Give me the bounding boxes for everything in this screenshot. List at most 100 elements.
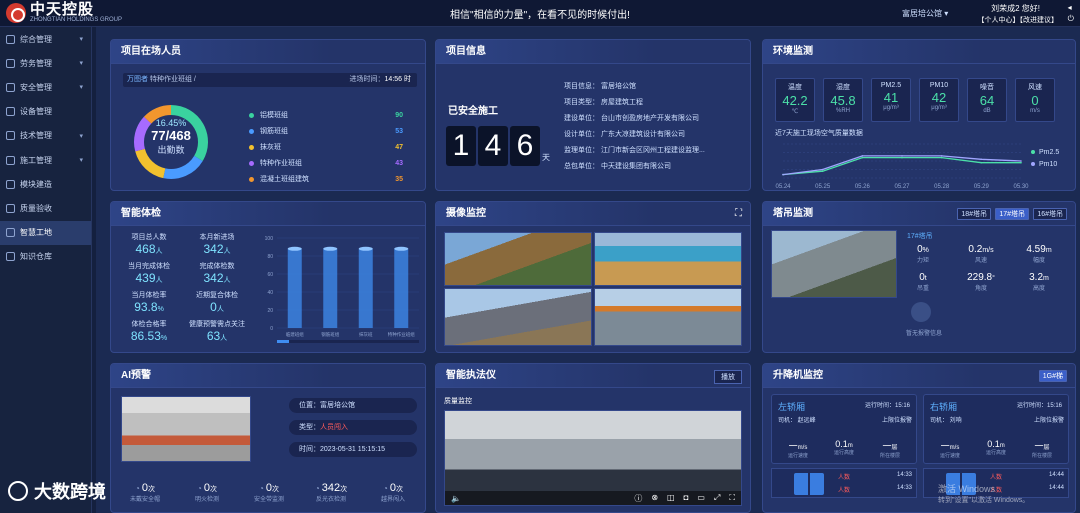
env-chart-title: 近7天施工现场空气质量数据 bbox=[775, 130, 863, 137]
body-check-panel: 智能体检 项目总人数 468人 当月完成体检 439人 当月体检率 93.8% 体检合格率 8… bbox=[110, 201, 426, 353]
info-icon[interactable]: ⓘ bbox=[634, 493, 642, 504]
legend-item: 钢筋班组 53 bbox=[249, 124, 409, 138]
env-card-value: 42 bbox=[931, 90, 947, 105]
helmet-icon: ◔ bbox=[135, 484, 140, 493]
sidebar-item-label: 模块建造 bbox=[20, 179, 52, 189]
video-player[interactable]: 🔈 ⓘ ⊗ ◫ ◘ ▭ ⤢ ⛶ bbox=[444, 410, 742, 506]
subbar-text: 特种作业班组 / bbox=[149, 76, 196, 83]
camera-feed[interactable] bbox=[594, 288, 742, 346]
x-tick-label: 临建班组 bbox=[286, 331, 304, 338]
play-button[interactable]: 播放 bbox=[714, 370, 742, 384]
legend-label: 抹灰班 bbox=[260, 144, 281, 151]
sidebar-item-label: 安全管理 bbox=[20, 82, 52, 92]
alert-location: 位置：富居培公馆 bbox=[289, 398, 417, 413]
sidebar-item[interactable]: 劳务管理 ▾ bbox=[0, 51, 91, 75]
sidebar-item-label: 劳务管理 bbox=[20, 58, 52, 68]
env-card: 温度 42.2 ℃ bbox=[775, 78, 815, 122]
sidebar-item[interactable]: 施工管理 ▾ bbox=[0, 148, 91, 172]
data-point bbox=[1020, 161, 1022, 164]
bar-cap bbox=[394, 246, 409, 251]
camera-feed[interactable] bbox=[444, 232, 592, 286]
data-point bbox=[940, 155, 943, 157]
body-stat-label: 当月体检率 bbox=[131, 292, 167, 299]
legend-dot-icon bbox=[1031, 162, 1035, 166]
camera-feed[interactable] bbox=[594, 232, 742, 286]
ai-stat-label: 未戴安全帽 bbox=[129, 497, 160, 503]
video-icon[interactable]: ▭ bbox=[697, 493, 705, 504]
exit-icon[interactable]: ⏻ bbox=[1068, 14, 1074, 24]
info-row: 项目信息： 富居培公馆 bbox=[564, 83, 636, 90]
close-icon[interactable]: ⊗ bbox=[651, 493, 658, 504]
env-card: 湿度 45.8 %RH bbox=[823, 78, 863, 122]
ai-stat: ◔ 0次 越界闯入 bbox=[363, 482, 423, 503]
alert-snapshot[interactable] bbox=[121, 396, 251, 462]
bar bbox=[394, 248, 409, 328]
body-stat: 完成体检数 342人 bbox=[187, 261, 247, 286]
panel-title: 摄像监控 bbox=[436, 202, 750, 226]
watermark-logo-icon bbox=[8, 481, 28, 501]
data-point bbox=[980, 158, 983, 161]
legend-value: 47 bbox=[395, 143, 403, 151]
volume-icon[interactable]: 🔈 bbox=[451, 494, 461, 503]
record-icon[interactable]: ◫ bbox=[667, 493, 675, 504]
sidebar-item[interactable]: 质量验收 bbox=[0, 196, 91, 220]
legend-label: 铝模班组 bbox=[260, 112, 288, 119]
sidebar: 综合管理 ▾ 劳务管理 ▾ 安全管理 ▾ 设备管理 技术管理 ▾ 施工管理 ▾ 模块建造 质量验收 智慧工… bbox=[0, 27, 92, 513]
fullscreen-icon[interactable]: ⛶ bbox=[729, 493, 735, 504]
x-tick-label: 05.26 bbox=[855, 184, 871, 190]
sidebar-item[interactable]: 技术管理 ▾ bbox=[0, 124, 91, 148]
sidebar-item[interactable]: 知识仓库 bbox=[0, 245, 91, 269]
subbar-tag[interactable]: 万图者 bbox=[127, 76, 148, 83]
fire-icon: ◔ bbox=[197, 484, 202, 493]
windows-activation: 激活 Windows 转到"设置"以激活 Windows。 bbox=[938, 484, 1030, 504]
notification-icon[interactable]: ◂ bbox=[1068, 3, 1074, 12]
body-stat: 健康预警需点关注 63人 bbox=[187, 319, 247, 344]
body-stat-value: 342人 bbox=[203, 271, 231, 285]
legend-item: 铝模班组 90 bbox=[249, 108, 409, 122]
sidebar-item[interactable]: 模块建造 bbox=[0, 172, 91, 196]
legend-value: 53 bbox=[395, 127, 403, 135]
sidebar-item[interactable]: 安全管理 ▾ bbox=[0, 75, 91, 99]
elevator-metric: 一m/s 运行速度 bbox=[939, 441, 960, 459]
attendance-percent: 16.45% bbox=[155, 118, 187, 128]
crane-tab[interactable]: 17#塔吊 bbox=[995, 208, 1029, 220]
body-stat-value: 439人 bbox=[135, 271, 163, 285]
camera-icon[interactable]: ◘ bbox=[684, 493, 689, 504]
zoom-icon[interactable]: ⤢ bbox=[714, 493, 720, 504]
camera-feed[interactable] bbox=[444, 288, 592, 346]
project-select[interactable]: 富居培公馆 ▾ bbox=[902, 8, 948, 19]
crane-metric-label: 力矩 bbox=[916, 258, 929, 264]
user-greeting: 刘荣成2 您好! bbox=[991, 4, 1040, 13]
elevator-name: 右轿厢 bbox=[930, 402, 958, 412]
body-stat-value: 63人 bbox=[206, 329, 228, 343]
env-card-name: 温度 bbox=[788, 84, 802, 91]
env-card: 风速 0 m/s bbox=[1015, 78, 1055, 122]
crane-tab[interactable]: 18#塔吊 bbox=[957, 208, 991, 220]
info-row: 项目类型： 房屋建筑工程 bbox=[564, 99, 643, 106]
user-links[interactable]: 【个人中心】【改进建议】 bbox=[978, 15, 1059, 25]
x-tick-label: 抹灰班 bbox=[359, 331, 373, 338]
crane-camera[interactable] bbox=[771, 230, 897, 298]
elevator-tab[interactable]: 1G#梯 bbox=[1038, 370, 1067, 382]
body-stat-label: 本月新进场 bbox=[199, 234, 235, 241]
env-card: PM10 42 μg/m³ bbox=[919, 78, 959, 122]
legend-dot-icon bbox=[249, 112, 254, 118]
tower-crane-panel: 塔吊监测 18#塔吊 17#塔吊 16#塔吊 17#塔吊 0% 力矩 0.2m/s 风速 4… bbox=[762, 201, 1076, 353]
crane-metric-label: 高度 bbox=[1032, 286, 1045, 292]
legend-label: Pm10 bbox=[1039, 161, 1057, 168]
crane-tab[interactable]: 16#塔吊 bbox=[1033, 208, 1067, 220]
body-check-bar-chart: 100 80 60 40 20 0 临建班组 钢筋班组 抹灰班 特种作业班组 bbox=[265, 236, 419, 343]
sidebar-item[interactable]: 设备管理 bbox=[0, 100, 91, 124]
fullscreen-icon[interactable]: ⛶ bbox=[735, 208, 742, 219]
alert-type: 类型：人员闯入 bbox=[289, 420, 417, 435]
building-icon bbox=[6, 228, 15, 238]
body-stat-label: 体检合格率 bbox=[131, 321, 167, 328]
chevron-down-icon: ▾ bbox=[79, 60, 83, 68]
dashboard-main: 项目在场人员 万图者 特种作业班组 / 进场时间：14:56 时 16.45% … bbox=[96, 27, 1080, 513]
env-card-unit: μg/m³ bbox=[931, 105, 947, 111]
sidebar-item[interactable]: 智慧工地 bbox=[0, 220, 91, 245]
day-unit: 天 bbox=[542, 153, 550, 162]
sidebar-item[interactable]: 综合管理 ▾ bbox=[0, 27, 91, 51]
x-tick-label: 特种作业班组 bbox=[388, 331, 415, 338]
env-card-name: 噪音 bbox=[980, 84, 994, 91]
